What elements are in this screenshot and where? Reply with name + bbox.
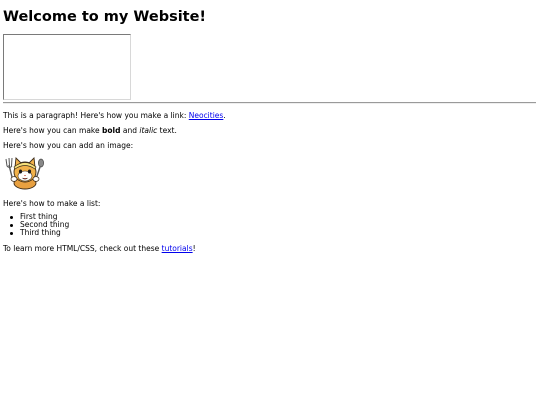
learn-more-paragraph: To learn more HTML/CSS, check out these …: [3, 244, 196, 254]
image-paragraph: Here's how you can add an image:: [3, 141, 134, 150]
neocities-link[interactable]: Neocities: [189, 111, 224, 120]
bold-text: bold: [102, 126, 121, 135]
link-paragraph-end: .: [223, 111, 226, 120]
formatting-paragraph: Here's how you can make bold and italic …: [3, 126, 177, 136]
bullet-icon: [10, 223, 13, 227]
link-paragraph-text: This is a paragraph! Here's how you make…: [3, 111, 189, 120]
embedded-frame[interactable]: [3, 34, 131, 100]
example-list: First thing Second thing Third thing: [9, 213, 69, 237]
link-paragraph: This is a paragraph! Here's how you make…: [3, 111, 226, 121]
list-item-label: Third thing: [20, 228, 61, 237]
tutorials-link[interactable]: tutorials: [162, 244, 193, 253]
horizontal-rule: [3, 102, 536, 104]
bullet-icon: [10, 215, 13, 219]
neocities-cat-mascot-icon: [4, 155, 46, 191]
bullet-icon: [10, 231, 13, 235]
list-item: Third thing: [9, 229, 69, 237]
learn-more-text: To learn more HTML/CSS, check out these: [3, 244, 162, 253]
list-paragraph: Here's how to make a list:: [3, 199, 101, 208]
formatting-paragraph-middle: and: [120, 126, 140, 135]
italic-text: italic: [139, 126, 158, 135]
formatting-paragraph-end: text.: [157, 126, 177, 135]
learn-more-end: !: [192, 244, 196, 253]
formatting-paragraph-text: Here's how you can make: [3, 126, 102, 135]
page-title: Welcome to my Website!: [3, 9, 207, 25]
